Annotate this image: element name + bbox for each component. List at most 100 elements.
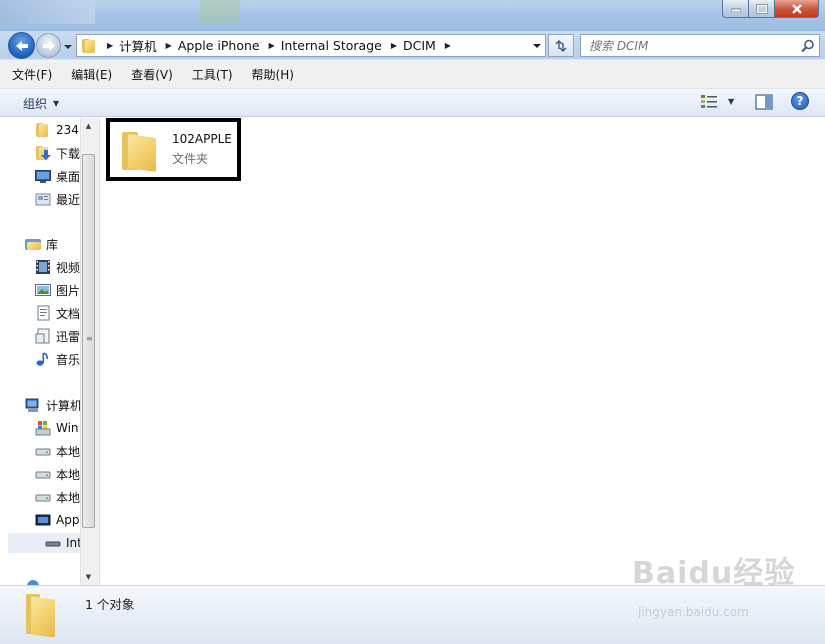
title-bar (0, 0, 825, 31)
forward-button[interactable] (36, 33, 61, 58)
breadcrumb-apple-iphone[interactable]: Apple iPhone (178, 38, 260, 53)
documents-icon (35, 305, 51, 321)
recent-pages-dropdown[interactable] (63, 41, 73, 51)
close-button[interactable] (775, 0, 819, 18)
nav-item-label: 最近 (56, 192, 81, 207)
breadcrumb-separator[interactable]: ▶ (391, 41, 397, 50)
back-button[interactable] (8, 32, 35, 59)
breadcrumb-separator[interactable]: ▶ (107, 41, 113, 50)
grip-icon: ≡ (86, 334, 93, 343)
folder-icon (116, 126, 166, 174)
status-text: 1 个对象 (85, 597, 135, 612)
preview-pane-icon (755, 94, 773, 110)
nav-scrollbar[interactable]: ▲ ≡ ▼ (80, 118, 96, 585)
scroll-down-icon[interactable]: ▼ (81, 569, 96, 585)
view-details-icon (701, 95, 717, 108)
nav-item-label: 本地 (56, 467, 81, 482)
preview-pane-button[interactable] (755, 94, 773, 113)
refresh-icon (555, 39, 567, 52)
folder-item[interactable]: 102APPLE 文件夹 (106, 118, 241, 181)
nav-item-xunlei[interactable]: 迅雷 (35, 326, 80, 346)
nav-item-desktop[interactable]: 桌面 (35, 166, 80, 186)
scrollbar-thumb[interactable]: ≡ (82, 154, 95, 528)
menu-file[interactable]: 文件(F) (9, 64, 55, 85)
document-folder-icon (35, 328, 51, 344)
hard-drive-icon (35, 443, 51, 459)
nav-item-label: 文档 (56, 306, 81, 321)
downloads-icon (35, 145, 51, 161)
window-controls (722, 0, 819, 18)
chevron-down-icon: ▼ (53, 99, 60, 108)
address-history-dropdown[interactable] (529, 35, 545, 56)
recent-places-icon (35, 191, 51, 207)
folder-label: 102APPLE 文件夹 (172, 132, 232, 167)
pictures-icon (35, 282, 51, 298)
minimize-icon (730, 8, 741, 12)
nav-item-pictures[interactable]: 图片 (35, 280, 80, 300)
nav-item-label: 视频 (56, 260, 81, 275)
menu-view[interactable]: 查看(V) (128, 64, 176, 85)
nav-item-downloads[interactable]: 下载 (35, 143, 80, 163)
nav-item-local-disk[interactable]: 本地 (35, 441, 80, 461)
chevron-down-icon (64, 45, 72, 49)
search-input[interactable] (589, 38, 799, 53)
chevron-down-icon (533, 43, 541, 48)
network-icon (25, 578, 41, 585)
arrow-left-icon (15, 40, 28, 51)
video-icon (35, 259, 51, 275)
nav-item-videos[interactable]: 视频 (35, 257, 80, 277)
nav-item-label: App (56, 513, 80, 527)
nav-item-local-disk[interactable]: 本地 (35, 464, 80, 484)
nav-item-label: 迅雷 (56, 329, 81, 344)
nav-header-libraries[interactable]: 库 (25, 234, 58, 254)
breadcrumb-separator[interactable]: ▶ (445, 41, 451, 50)
nav-item-apple-iphone[interactable]: App (35, 510, 79, 530)
menu-tools[interactable]: 工具(T) (189, 64, 236, 85)
nav-item-music[interactable]: 音乐 (35, 349, 80, 369)
folder-name: 102APPLE (172, 132, 232, 146)
maximize-button[interactable] (749, 0, 775, 18)
menu-edit[interactable]: 编辑(E) (68, 64, 115, 85)
library-icon (25, 236, 41, 252)
baidu-watermark-url: jingyan.baidu.com (638, 605, 749, 619)
breadcrumb-internal-storage[interactable]: Internal Storage (281, 38, 382, 53)
refresh-button[interactable] (548, 34, 574, 57)
menu-bar: 文件(F) 编辑(E) 查看(V) 工具(T) 帮助(H) (0, 59, 825, 89)
nav-item-local-disk[interactable]: 本地 (35, 487, 80, 507)
storage-icon (45, 535, 61, 551)
folder-type: 文件夹 (172, 152, 209, 166)
search-icon[interactable] (801, 39, 815, 53)
nav-item-label: Win (56, 421, 79, 435)
close-icon (791, 3, 802, 14)
scroll-up-icon[interactable]: ▲ (81, 118, 96, 134)
folder-icon (82, 38, 98, 53)
breadcrumb-computer[interactable]: 计算机 (119, 36, 157, 55)
nav-item-label: 桌面 (56, 169, 81, 184)
nav-item-label: 本地 (56, 444, 81, 459)
nav-header-label: 计算机 (46, 398, 83, 413)
address-box[interactable]: ▶ 计算机 ▶ Apple iPhone ▶ Internal Storage … (76, 34, 546, 57)
nav-item-recent[interactable]: 最近 (35, 189, 80, 209)
breadcrumb-dcim[interactable]: DCIM (403, 38, 436, 53)
menu-help[interactable]: 帮助(H) (249, 64, 297, 85)
nav-item-internal-storage[interactable]: Int (8, 533, 82, 553)
minimize-button[interactable] (722, 0, 749, 18)
nav-header-computer[interactable]: 计算机 (25, 395, 82, 415)
change-view-button[interactable]: ▼ (700, 93, 734, 109)
folder-icon (35, 122, 51, 138)
desktop-icon (35, 168, 51, 184)
nav-item-documents[interactable]: 文档 (35, 303, 80, 323)
organize-label: 组织 (23, 97, 48, 111)
organize-button[interactable]: 组织 ▼ (18, 94, 64, 113)
address-row: ▶ 计算机 ▶ Apple iPhone ▶ Internal Storage … (0, 31, 825, 59)
nav-item-windows-drive[interactable]: Win (35, 418, 79, 438)
maximize-icon (755, 3, 768, 14)
file-list[interactable]: 102APPLE 文件夹 (100, 118, 825, 585)
breadcrumb-separator[interactable]: ▶ (166, 41, 172, 50)
chevron-down-icon: ▼ (728, 96, 735, 106)
search-box[interactable] (580, 34, 820, 57)
nav-header-network[interactable] (25, 576, 46, 585)
nav-item-favorite[interactable]: 234 (35, 120, 79, 140)
help-button[interactable]: ? (791, 92, 809, 110)
breadcrumb-separator[interactable]: ▶ (269, 41, 275, 50)
